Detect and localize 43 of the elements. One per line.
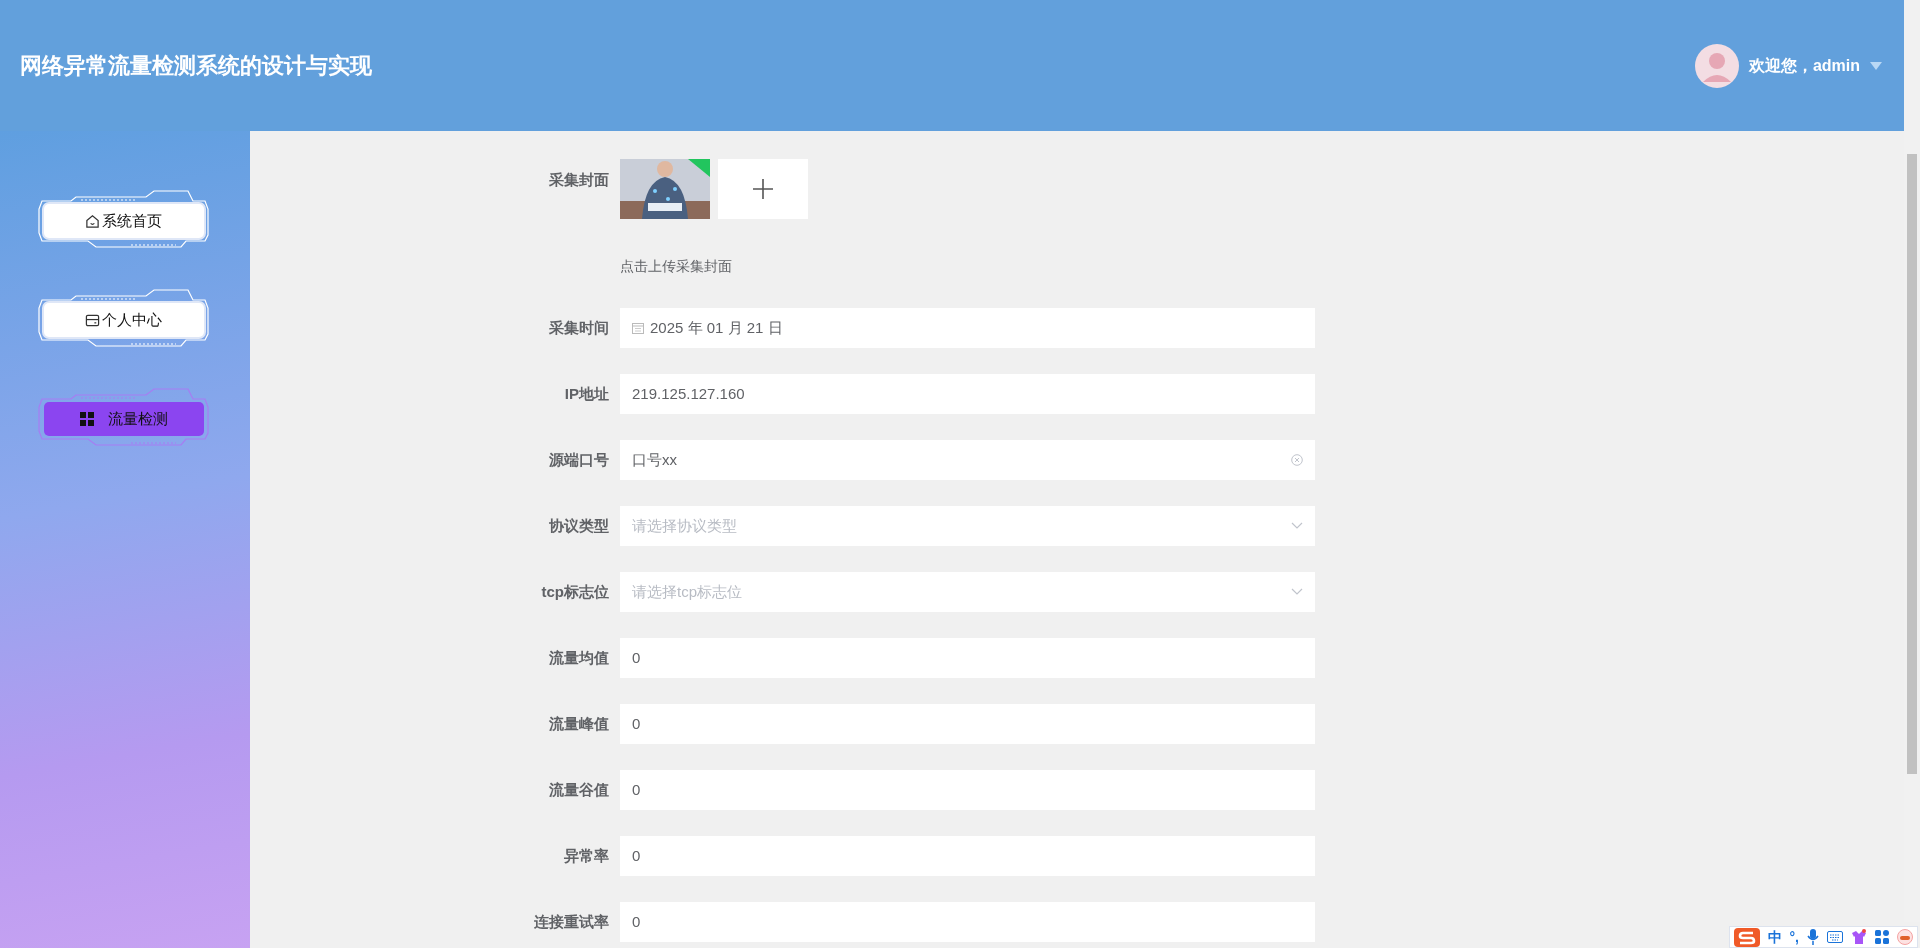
input-field[interactable]: 0 <box>620 836 1315 876</box>
input-field[interactable]: 219.125.127.160 <box>620 374 1315 414</box>
input-field[interactable]: 0 <box>620 770 1315 810</box>
field-label: 异常率 <box>563 845 610 866</box>
input-field[interactable]: 口号xx <box>620 440 1315 480</box>
plus-icon <box>753 179 773 199</box>
home-icon <box>85 213 100 229</box>
clear-icon[interactable] <box>1291 454 1303 466</box>
field-label: 采集时间 <box>548 317 610 338</box>
field-label: 连接重试率 <box>533 911 610 932</box>
calendar-icon <box>632 322 644 334</box>
field-label: 流量峰值 <box>548 713 610 734</box>
apps-icon[interactable] <box>1875 930 1889 944</box>
scrollbar-thumb[interactable] <box>1907 154 1917 774</box>
chevron-down-icon[interactable] <box>1291 522 1303 530</box>
upload-button[interactable] <box>718 159 808 219</box>
microphone-icon[interactable] <box>1807 929 1819 945</box>
upload-hint: 点击上传采集封面 <box>620 258 732 274</box>
field-label: 流量谷值 <box>548 779 610 800</box>
input-field[interactable]: 0 <box>620 704 1315 744</box>
grid-icon <box>79 412 94 426</box>
shirt-icon[interactable] <box>1851 929 1867 945</box>
ime-mode-toggle[interactable]: 中 <box>1767 930 1782 944</box>
field-label: 采集封面 <box>548 170 610 190</box>
sidebar-menu-item[interactable]: 系统首页 <box>43 204 204 238</box>
ime-logo-icon[interactable] <box>1733 927 1760 947</box>
dropdown-caret-icon[interactable] <box>1870 61 1882 70</box>
field-label: 流量均值 <box>548 647 610 668</box>
app-title: 网络异常流量检测系统的设计与实现 <box>20 52 372 80</box>
field-label: tcp标志位 <box>540 581 610 602</box>
date-field[interactable]: 2025 年 01 月 21 日 <box>620 308 1315 348</box>
chevron-down-icon[interactable] <box>1291 588 1303 596</box>
field-label: 源端口号 <box>548 449 610 470</box>
wallet-icon <box>85 312 100 328</box>
avatar <box>1694 43 1739 88</box>
sidebar-menu-item[interactable]: 个人中心 <box>43 303 204 337</box>
input-field[interactable]: 0 <box>620 902 1315 942</box>
field-label: 协议类型 <box>548 515 610 536</box>
ime-mode-toggle[interactable]: °, <box>1789 930 1799 944</box>
sidebar-menu-item[interactable]: 流量检测 <box>43 402 204 436</box>
keyboard-icon[interactable] <box>1827 931 1843 943</box>
input-field[interactable]: 0 <box>620 638 1315 678</box>
field-label: IP地址 <box>563 383 610 404</box>
